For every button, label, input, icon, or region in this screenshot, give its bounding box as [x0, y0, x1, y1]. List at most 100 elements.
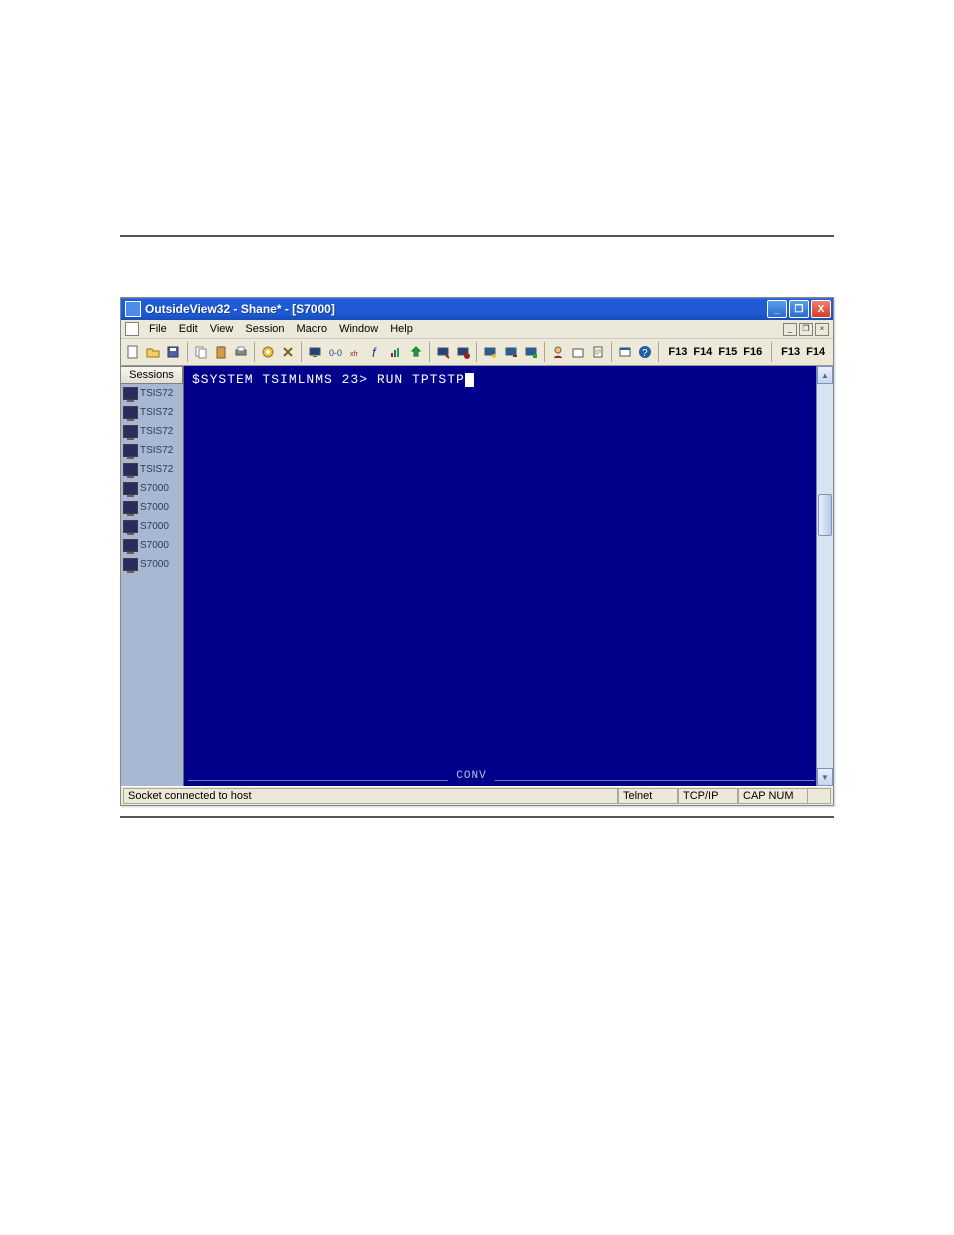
- scroll-up-icon[interactable]: ▲: [817, 366, 833, 384]
- user-icon[interactable]: [548, 341, 568, 363]
- session-item[interactable]: S7000: [121, 498, 183, 517]
- menu-edit[interactable]: Edit: [173, 322, 204, 336]
- binary-icon[interactable]: 0-0: [325, 341, 345, 363]
- sessions-header[interactable]: Sessions: [121, 366, 183, 384]
- upload-icon[interactable]: [406, 341, 426, 363]
- document-icon: [125, 322, 139, 336]
- terminal-prompt: $SYSTEM TSIMLNMS 23> RUN TPTSTP: [192, 372, 465, 387]
- sessions-sidebar: Sessions TSIS72 TSIS72 TSIS72 TSIS72 TSI…: [121, 366, 184, 786]
- terminal-icon: [123, 406, 138, 419]
- session-item[interactable]: TSIS72: [121, 460, 183, 479]
- session-label: S7000: [140, 483, 169, 494]
- save-icon[interactable]: [163, 341, 183, 363]
- svg-text:xfr: xfr: [350, 351, 358, 358]
- svg-text:f: f: [372, 345, 377, 359]
- divider-bottom: [120, 816, 834, 818]
- function-icon[interactable]: f: [366, 341, 386, 363]
- statusbar: Socket connected to host Telnet TCP/IP C…: [121, 786, 833, 805]
- terminal-icon: [123, 558, 138, 571]
- copy-icon[interactable]: [190, 341, 210, 363]
- terminal-icon: [123, 520, 138, 533]
- session-item[interactable]: TSIS72: [121, 384, 183, 403]
- scrollbar[interactable]: ▲ ▼: [816, 366, 833, 786]
- session-label: S7000: [140, 559, 169, 570]
- scroll-track[interactable]: [817, 384, 833, 768]
- macro3-icon[interactable]: [521, 341, 541, 363]
- terminal-icon: [123, 444, 138, 457]
- body-area: Sessions TSIS72 TSIS72 TSIS72 TSIS72 TSI…: [121, 366, 833, 786]
- fkey-f16[interactable]: F16: [741, 346, 764, 358]
- terminal-icon: [123, 501, 138, 514]
- session-item[interactable]: TSIS72: [121, 403, 183, 422]
- print-icon[interactable]: [231, 341, 251, 363]
- tools-icon[interactable]: [278, 341, 298, 363]
- svg-text:0-0: 0-0: [329, 348, 342, 358]
- fkey-f13[interactable]: F13: [666, 346, 689, 358]
- record-icon[interactable]: [433, 341, 453, 363]
- help-icon[interactable]: ?: [635, 341, 655, 363]
- open-icon[interactable]: [143, 341, 163, 363]
- session-item[interactable]: TSIS72: [121, 441, 183, 460]
- window-title: OutsideView32 - Shane* - [S7000]: [145, 302, 767, 316]
- menu-help[interactable]: Help: [384, 322, 419, 336]
- menu-window[interactable]: Window: [333, 322, 384, 336]
- app-window: OutsideView32 - Shane* - [S7000] _ ❐ X F…: [120, 297, 834, 806]
- box-icon[interactable]: [568, 341, 588, 363]
- session-label: S7000: [140, 540, 169, 551]
- menu-macro[interactable]: Macro: [291, 322, 334, 336]
- fkey-group-1: F13 F14 F15 F16: [662, 346, 768, 358]
- fkey-group-2: F13 F14: [775, 346, 831, 358]
- session-item[interactable]: S7000: [121, 479, 183, 498]
- session-label: TSIS72: [140, 407, 173, 418]
- terminal-icon: [123, 539, 138, 552]
- new-icon[interactable]: [123, 341, 143, 363]
- window-maximize-button[interactable]: ❐: [789, 300, 809, 318]
- macro1-icon[interactable]: [480, 341, 500, 363]
- titlebar: OutsideView32 - Shane* - [S7000] _ ❐ X: [121, 298, 833, 320]
- scroll-thumb[interactable]: [818, 494, 832, 536]
- fkey-f13b[interactable]: F13: [779, 346, 802, 358]
- paste-icon[interactable]: [211, 341, 231, 363]
- session-item[interactable]: S7000: [121, 555, 183, 574]
- window-close-button[interactable]: X: [811, 300, 831, 318]
- fkey-f15[interactable]: F15: [716, 346, 739, 358]
- macro2-icon[interactable]: [500, 341, 520, 363]
- session-label: S7000: [140, 502, 169, 513]
- menu-view[interactable]: View: [204, 322, 240, 336]
- menubar: File Edit View Session Macro Window Help…: [121, 320, 833, 339]
- scroll-down-icon[interactable]: ▼: [817, 768, 833, 786]
- toolbar: 0-0 xfr f ? F13 F14 F15 F16: [121, 339, 833, 366]
- menu-session[interactable]: Session: [239, 322, 290, 336]
- terminal-icon: [123, 425, 138, 438]
- mdi-minimize-button[interactable]: _: [783, 323, 797, 336]
- settings-icon[interactable]: [258, 341, 278, 363]
- window-icon[interactable]: [615, 341, 635, 363]
- terminal-icon: [123, 387, 138, 400]
- transfer-icon[interactable]: xfr: [345, 341, 365, 363]
- chart-icon[interactable]: [386, 341, 406, 363]
- session-label: TSIS72: [140, 426, 173, 437]
- window-minimize-button[interactable]: _: [767, 300, 787, 318]
- session-label: TSIS72: [140, 388, 173, 399]
- status-spacer: [567, 788, 618, 804]
- fkey-f14[interactable]: F14: [691, 346, 714, 358]
- session-label: TSIS72: [140, 464, 173, 475]
- status-indicators: CAP NUM: [738, 788, 807, 804]
- mdi-close-button[interactable]: ×: [815, 323, 829, 336]
- screen-icon[interactable]: [305, 341, 325, 363]
- session-item[interactable]: S7000: [121, 536, 183, 555]
- app-icon: [125, 301, 141, 317]
- fkey-f14b[interactable]: F14: [804, 346, 827, 358]
- terminal-status-line: CONV: [188, 770, 815, 784]
- menu-file[interactable]: File: [143, 322, 173, 336]
- status-protocol: Telnet: [618, 788, 678, 804]
- status-grip: [807, 788, 831, 804]
- cursor-icon: [465, 373, 474, 387]
- stop-icon[interactable]: [453, 341, 473, 363]
- terminal-area[interactable]: $SYSTEM TSIMLNMS 23> RUN TPTSTP CONV ▲ ▼: [184, 366, 833, 786]
- session-item[interactable]: TSIS72: [121, 422, 183, 441]
- session-item[interactable]: S7000: [121, 517, 183, 536]
- mdi-restore-button[interactable]: ❐: [799, 323, 813, 336]
- doc-icon[interactable]: [588, 341, 608, 363]
- status-message: Socket connected to host: [123, 788, 567, 804]
